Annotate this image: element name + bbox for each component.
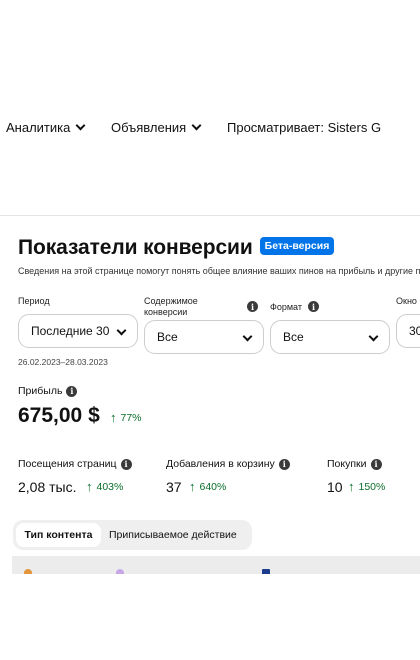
chevron-down-icon xyxy=(242,331,253,342)
page-visits-label: Посещения страниц i xyxy=(18,458,132,470)
info-icon[interactable]: i xyxy=(278,458,290,470)
profit-label: Прибыль i xyxy=(18,385,78,397)
add-to-cart-label: Добавления в корзину i xyxy=(166,458,290,470)
chevron-down-icon xyxy=(75,120,86,130)
add-to-cart-value: 37 xyxy=(166,479,182,495)
add-to-cart-label-text: Добавления в корзину xyxy=(166,458,275,470)
period-select-value: Последние 30 xyxy=(31,324,110,338)
purchases-delta: ↑ 150% xyxy=(348,479,385,494)
page-visits-label-text: Посещения страниц xyxy=(18,458,117,470)
page-header: Показатели конверсии Бета-версия xyxy=(18,236,335,260)
profit-delta-value: 77% xyxy=(120,411,142,424)
info-icon[interactable]: i xyxy=(247,301,258,312)
info-icon[interactable]: i xyxy=(66,385,78,397)
chevron-down-icon xyxy=(191,120,202,130)
window-select[interactable]: 30 xyxy=(396,314,420,348)
header-divider xyxy=(0,215,420,216)
nav-analytics-label: Аналитика xyxy=(6,120,71,135)
profit-label-text: Прибыль xyxy=(18,385,63,397)
chevron-down-icon xyxy=(116,325,127,336)
arrow-up-icon: ↑ xyxy=(86,479,93,494)
window-label: Окно xyxy=(396,296,417,306)
date-range: 26.02.2023–28.03.2023 xyxy=(18,357,108,367)
page-visits-value: 2,08 тыс. xyxy=(18,479,77,495)
legend-dot xyxy=(24,569,32,574)
arrow-up-icon: ↑ xyxy=(189,479,196,494)
page-title: Показатели конверсии xyxy=(18,236,253,259)
beta-badge: Бета-версия xyxy=(259,237,335,255)
info-icon[interactable]: i xyxy=(308,301,319,312)
arrow-up-icon: ↑ xyxy=(110,410,117,425)
chevron-down-icon xyxy=(368,331,379,342)
format-select[interactable]: Все xyxy=(270,320,390,354)
nav-analytics[interactable]: Аналитика xyxy=(6,120,86,135)
content-select-value: Все xyxy=(157,330,178,344)
tab-attributed-action[interactable]: Приписываемое действие xyxy=(109,523,237,547)
legend-dot xyxy=(262,569,270,574)
format-select-value: Все xyxy=(283,330,304,344)
purchases-label: Покупки i xyxy=(327,458,382,470)
page-subtitle: Сведения на этой странице помогут понять… xyxy=(18,266,420,276)
arrow-up-icon: ↑ xyxy=(348,479,355,494)
legend-dot xyxy=(116,569,124,574)
window-select-value: 30 xyxy=(409,324,420,338)
format-label: Формат xyxy=(270,302,302,312)
period-select[interactable]: Последние 30 xyxy=(18,314,138,348)
breakdown-tabs: Тип контента Приписываемое действие xyxy=(13,520,252,550)
page-visits-delta-value: 403% xyxy=(96,480,124,493)
content-label: Содержимое конверсии xyxy=(144,296,198,317)
purchases-value: 10 xyxy=(327,479,343,495)
content-select[interactable]: Все xyxy=(144,320,264,354)
purchases-label-text: Покупки xyxy=(327,458,367,470)
tab-content-type[interactable]: Тип контента xyxy=(16,523,101,547)
info-icon[interactable]: i xyxy=(120,458,132,470)
purchases-delta-value: 150% xyxy=(358,480,386,493)
profit-value: 675,00 $ xyxy=(18,404,100,427)
nav-viewing-account[interactable]: Просматривает: Sisters G xyxy=(227,120,381,135)
page-visits-delta: ↑ 403% xyxy=(86,479,123,494)
nav-viewing-label: Просматривает: Sisters G xyxy=(227,120,382,135)
profit-delta: ↑ 77% xyxy=(110,410,142,425)
legend-strip xyxy=(12,556,420,574)
top-nav: Аналитика Объявления Просматривает: Sist… xyxy=(0,112,420,142)
add-to-cart-delta: ↑ 640% xyxy=(189,479,226,494)
add-to-cart-delta-value: 640% xyxy=(199,480,227,493)
nav-ads[interactable]: Объявления xyxy=(111,120,202,135)
info-icon[interactable]: i xyxy=(370,458,382,470)
nav-ads-label: Объявления xyxy=(111,120,187,135)
period-label: Период xyxy=(18,296,50,306)
